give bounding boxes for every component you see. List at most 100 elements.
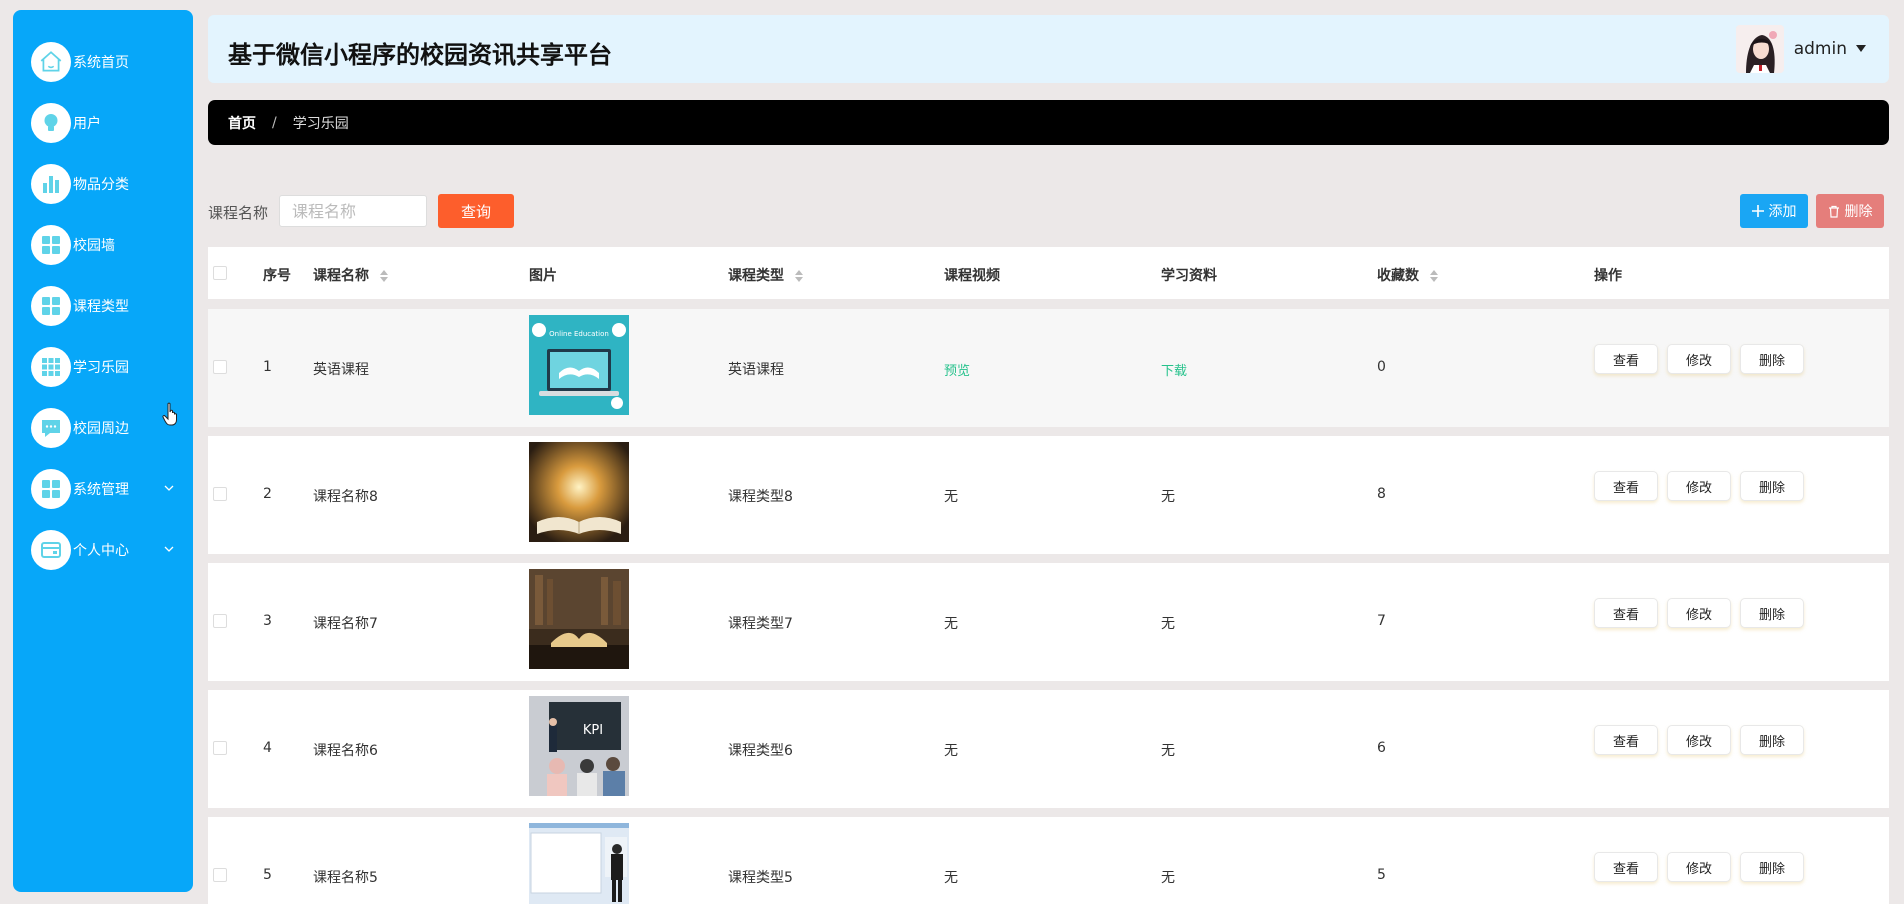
sidebar-item-course-types[interactable]: 课程类型 xyxy=(31,284,191,328)
edit-button[interactable]: 修改 xyxy=(1667,344,1731,374)
search-label: 课程名称 xyxy=(208,204,269,222)
select-all-checkbox[interactable] xyxy=(213,266,227,280)
table-row: 1 英语课程 Online Education 英语课程 预览 下载 0 查看 … xyxy=(208,309,1889,427)
row-course-type: 课程类型6 xyxy=(728,743,793,759)
add-button-label: 添加 xyxy=(1768,204,1797,220)
breadcrumb: 首页 / 学习乐园 xyxy=(208,100,1889,145)
sidebar-item-users[interactable]: 用户 xyxy=(31,101,191,145)
sidebar-item-system-management[interactable]: 系统管理 xyxy=(31,467,191,511)
breadcrumb-home[interactable]: 首页 xyxy=(228,113,256,133)
column-header-name[interactable]: 课程名称 xyxy=(313,265,388,285)
grid-icon xyxy=(31,225,71,265)
view-button[interactable]: 查看 xyxy=(1594,598,1658,628)
course-image-glowing-book xyxy=(529,442,629,542)
home-icon xyxy=(31,42,71,82)
delete-button[interactable]: 删除 xyxy=(1740,598,1804,628)
sort-icon[interactable] xyxy=(1429,270,1438,282)
row-index: 1 xyxy=(263,359,272,375)
row-material: 无 xyxy=(1161,489,1175,505)
course-image-presentation xyxy=(529,823,629,904)
table-row: 5 课程名称5 课程类型5 无 无 5 查看 修改 删除 xyxy=(208,817,1889,904)
row-checkbox[interactable] xyxy=(213,614,227,628)
row-index: 5 xyxy=(263,867,272,883)
course-table: 序号 课程名称 图片 课程类型 课程视频 学习资料 收藏数 操作 1 英语课程 … xyxy=(208,247,1889,904)
delete-button[interactable]: 删除 xyxy=(1740,725,1804,755)
column-header-favorites[interactable]: 收藏数 xyxy=(1377,265,1438,285)
course-image-kpi-classroom: KPI xyxy=(529,696,629,796)
delete-button-label: 删除 xyxy=(1844,204,1873,220)
row-index: 4 xyxy=(263,740,272,756)
row-course-video: 无 xyxy=(944,616,958,632)
row-checkbox[interactable] xyxy=(213,487,227,501)
plus-icon xyxy=(1751,205,1764,217)
trash-icon xyxy=(1828,205,1839,218)
sidebar-item-categories[interactable]: 物品分类 xyxy=(31,162,191,206)
row-index: 3 xyxy=(263,613,272,629)
delete-button[interactable]: 删除 xyxy=(1740,471,1804,501)
row-material: 无 xyxy=(1161,743,1175,759)
column-header-type-label: 课程类型 xyxy=(728,268,784,284)
row-checkbox[interactable] xyxy=(213,741,227,755)
add-button[interactable]: 添加 xyxy=(1740,194,1808,228)
sidebar-item-home[interactable]: 系统首页 xyxy=(31,40,191,84)
batch-delete-button[interactable]: 删除 xyxy=(1816,194,1884,228)
course-image-online-education: Online Education xyxy=(529,315,629,415)
delete-button[interactable]: 删除 xyxy=(1740,344,1804,374)
avatar[interactable] xyxy=(1735,25,1784,73)
row-course-video: 无 xyxy=(944,743,958,759)
sidebar: 系统首页 用户 物品分类 校园墙 课程类型 学习乐园 校园周边 系统管理 个人中… xyxy=(13,10,193,892)
sidebar-item-personal-center[interactable]: 个人中心 xyxy=(31,528,191,572)
view-button[interactable]: 查看 xyxy=(1594,852,1658,882)
user-menu[interactable]: admin xyxy=(1735,25,1867,73)
sort-icon[interactable] xyxy=(794,270,803,282)
row-course-type: 英语课程 xyxy=(728,362,784,378)
row-checkbox[interactable] xyxy=(213,360,227,374)
column-header-index: 序号 xyxy=(263,268,291,284)
username[interactable]: admin xyxy=(1794,39,1847,59)
grid-icon xyxy=(31,286,71,326)
row-course-video: 无 xyxy=(944,489,958,505)
edit-button[interactable]: 修改 xyxy=(1667,725,1731,755)
sidebar-item-label: 系统首页 xyxy=(73,55,129,71)
row-favorites: 8 xyxy=(1377,486,1386,502)
caret-down-icon[interactable] xyxy=(1855,44,1867,54)
view-button[interactable]: 查看 xyxy=(1594,725,1658,755)
hand-cursor-icon xyxy=(162,402,177,426)
course-name-search-input[interactable] xyxy=(279,195,427,227)
delete-button[interactable]: 删除 xyxy=(1740,852,1804,882)
sidebar-item-label: 物品分类 xyxy=(73,177,129,193)
breadcrumb-current: 学习乐园 xyxy=(292,115,349,132)
table-row: 3 课程名称7 课程类型7 无 无 7 查看 修改 删除 xyxy=(208,563,1889,681)
query-button[interactable]: 查询 xyxy=(438,194,514,228)
row-course-video: 无 xyxy=(944,870,958,886)
column-header-actions: 操作 xyxy=(1594,268,1622,284)
row-material: 无 xyxy=(1161,870,1175,886)
material-download-link[interactable]: 下载 xyxy=(1161,360,1187,379)
sidebar-item-label: 校园墙 xyxy=(73,238,115,254)
row-material: 无 xyxy=(1161,616,1175,632)
row-favorites: 0 xyxy=(1377,359,1386,375)
breadcrumb-separator: / xyxy=(272,114,277,131)
sidebar-item-study-park[interactable]: 学习乐园 xyxy=(31,345,191,389)
row-course-type: 课程类型7 xyxy=(728,616,793,632)
column-header-video: 课程视频 xyxy=(944,268,1000,284)
sidebar-item-label: 课程类型 xyxy=(73,299,129,315)
chevron-down-icon xyxy=(164,485,174,491)
row-checkbox[interactable] xyxy=(213,868,227,882)
top-header: 基于微信小程序的校园资讯共享平台 admin xyxy=(208,15,1889,83)
video-preview-link[interactable]: 预览 xyxy=(944,360,970,379)
sort-icon[interactable] xyxy=(379,270,388,282)
view-button[interactable]: 查看 xyxy=(1594,344,1658,374)
sidebar-item-label: 个人中心 xyxy=(73,543,129,559)
column-header-material: 学习资料 xyxy=(1161,268,1217,284)
thumb-text: KPI xyxy=(583,723,603,738)
edit-button[interactable]: 修改 xyxy=(1667,471,1731,501)
row-favorites: 6 xyxy=(1377,740,1386,756)
sidebar-item-campus-wall[interactable]: 校园墙 xyxy=(31,223,191,267)
row-index: 2 xyxy=(263,486,272,502)
column-header-type[interactable]: 课程类型 xyxy=(728,265,803,285)
edit-button[interactable]: 修改 xyxy=(1667,852,1731,882)
chevron-down-icon xyxy=(164,546,174,552)
edit-button[interactable]: 修改 xyxy=(1667,598,1731,628)
view-button[interactable]: 查看 xyxy=(1594,471,1658,501)
